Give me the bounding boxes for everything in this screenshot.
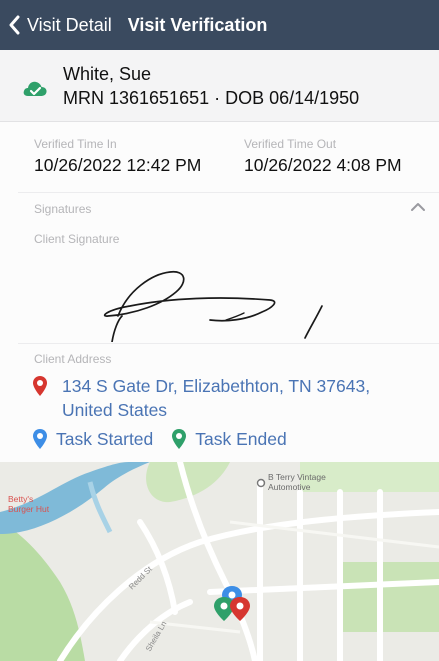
time-out-label: Verified Time Out (244, 137, 337, 151)
client-signature-label: Client Signature (34, 232, 120, 246)
patient-name: White, Sue (63, 64, 152, 84)
map-view[interactable]: Betty's Burger Hut B Terry Vintage Autom… (0, 462, 439, 661)
cloud-check-icon (23, 81, 47, 96)
client-signature (103, 271, 323, 342)
back-button[interactable]: Visit Detail (0, 0, 112, 50)
chevron-left-icon (9, 15, 20, 35)
map-pin-icon (33, 376, 47, 396)
divider (18, 192, 439, 193)
task-started-pin-icon (33, 429, 47, 449)
time-out-value: 10/26/2022 4:08 PM (244, 155, 402, 175)
patient-header: White, Sue MRN 1361651651 · DOB 06/14/19… (0, 50, 439, 122)
back-button-label: Visit Detail (27, 14, 112, 35)
chevron-up-icon[interactable] (410, 200, 426, 212)
page-title: Visit Verification (127, 14, 268, 35)
map-legend: Task Started Task Ended (32, 428, 287, 450)
task-started-label: Task Started (56, 428, 154, 449)
signatures-header: Signatures (34, 202, 92, 216)
task-ended-pin-icon (172, 429, 187, 449)
task-ended-label: Task Ended (195, 428, 287, 449)
patient-mrn-dob: MRN 1361651651 · DOB 06/14/1950 (63, 88, 360, 108)
nav-bar: Visit Detail Visit Verification (0, 0, 439, 50)
client-address-link[interactable]: 134 S Gate Dr, Elizabethton, TN 37643, (62, 376, 370, 397)
divider (18, 343, 439, 344)
client-address-label: Client Address (34, 352, 112, 366)
time-in-value: 10/26/2022 12:42 PM (34, 155, 202, 175)
time-in-label: Verified Time In (34, 137, 117, 151)
client-address-link-continued[interactable]: United States (62, 400, 167, 421)
